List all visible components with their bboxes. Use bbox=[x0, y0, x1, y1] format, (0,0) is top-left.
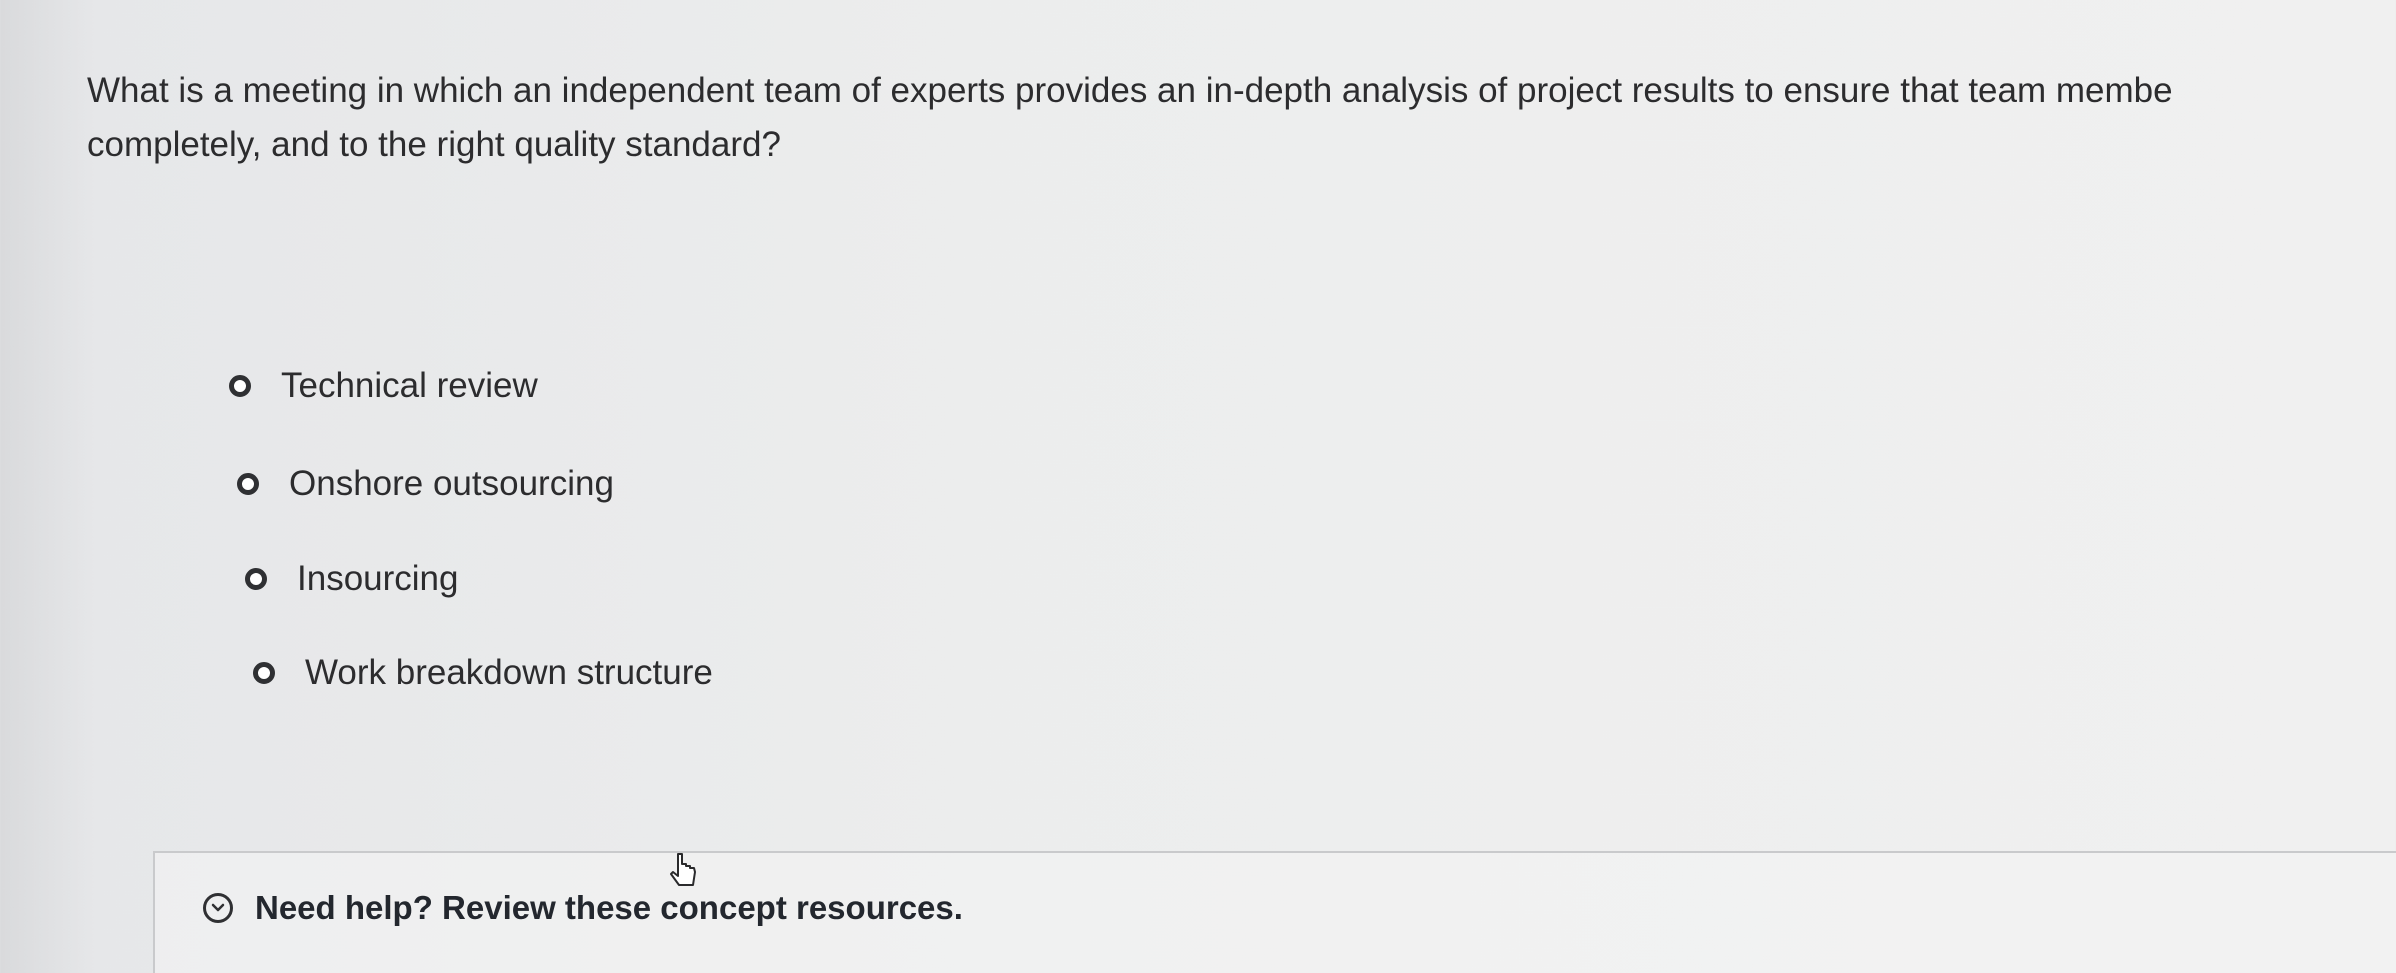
option-insourcing[interactable]: Insourcing bbox=[245, 559, 458, 599]
help-resources-toggle[interactable]: Need help? Review these concept resource… bbox=[203, 889, 963, 927]
help-resources-link[interactable]: Need help? Review these concept resource… bbox=[255, 889, 963, 927]
radio-button[interactable] bbox=[245, 568, 267, 590]
option-label: Technical review bbox=[281, 366, 538, 405]
option-label: Insourcing bbox=[297, 559, 459, 598]
option-work-breakdown-structure[interactable]: Work breakdown structure bbox=[253, 653, 713, 693]
pointer-cursor-icon bbox=[670, 852, 700, 895]
question-text: What is a meeting in which an independen… bbox=[87, 71, 2173, 164]
option-label: Work breakdown structure bbox=[305, 653, 713, 692]
radio-button[interactable] bbox=[253, 662, 275, 684]
option-technical-review[interactable]: Technical review bbox=[229, 366, 538, 406]
radio-button[interactable] bbox=[237, 473, 259, 495]
option-label: Onshore outsourcing bbox=[289, 464, 614, 503]
quiz-page: What is a meeting in which an independen… bbox=[0, 0, 2396, 973]
chevron-down-circle-icon[interactable] bbox=[203, 893, 233, 923]
option-onshore-outsourcing[interactable]: Onshore outsourcing bbox=[237, 464, 614, 504]
radio-button[interactable] bbox=[229, 375, 251, 397]
